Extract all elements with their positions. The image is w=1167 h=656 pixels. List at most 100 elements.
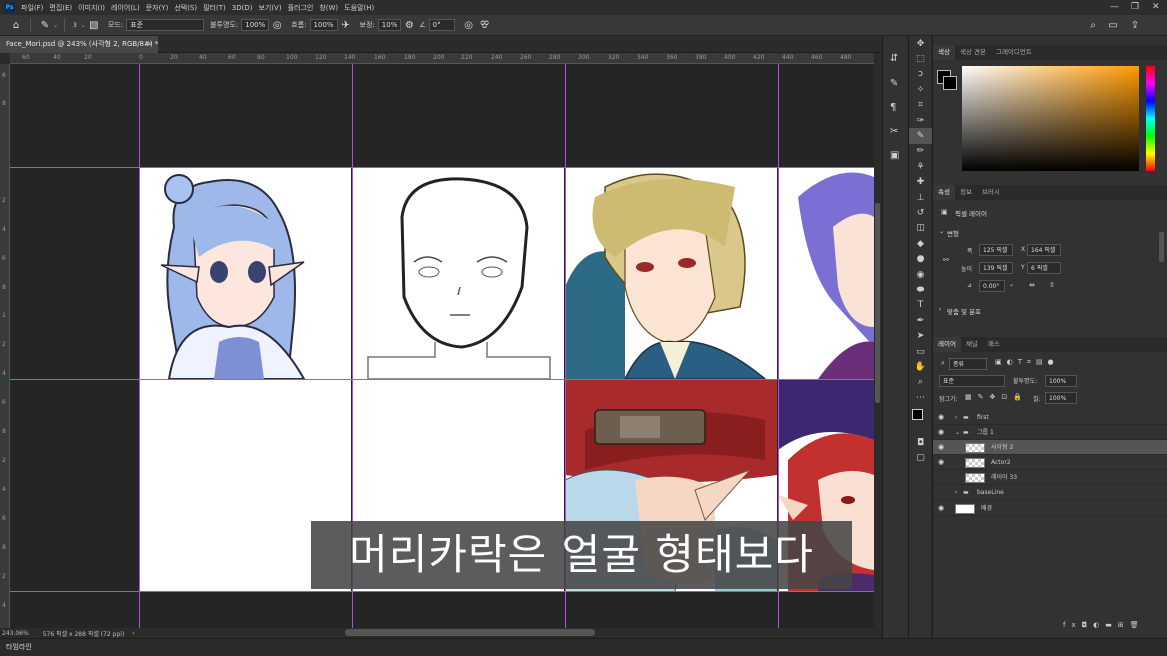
timeline-panel[interactable]: 타임라인 (0, 638, 1167, 656)
airbrush-icon[interactable]: ✈ (338, 17, 354, 33)
x-field[interactable]: 164 픽셀 (1027, 244, 1061, 256)
dodge-tool-icon[interactable]: ◉ (909, 267, 932, 282)
glyphs-icon[interactable]: ▣ (890, 150, 899, 161)
minimize-icon[interactable]: — (1110, 2, 1119, 12)
horizontal-scroll-thumb[interactable] (345, 629, 595, 636)
guide-horizontal[interactable] (10, 591, 874, 592)
tab-brush[interactable]: 브러시 (977, 185, 1005, 200)
screen-mode-icon[interactable]: ▢ (909, 451, 932, 466)
maximize-icon[interactable]: ❐ (1131, 2, 1139, 12)
menu-plugins[interactable]: 플러그인 (288, 3, 314, 13)
menu-layer[interactable]: 레이어(L) (111, 3, 140, 13)
layer-row[interactable]: ◉ › ▬ first (933, 410, 1167, 425)
y-field[interactable]: 6 픽셀 (1027, 262, 1061, 274)
guide-vertical[interactable] (139, 64, 140, 628)
layer-row[interactable]: 레이어 33 (933, 470, 1167, 485)
tool-preset-chevron-icon[interactable]: ⌄ (53, 22, 58, 29)
layer-row[interactable]: ◉ 배경 (933, 501, 1167, 516)
guide-horizontal[interactable] (10, 167, 874, 168)
home-icon[interactable]: ⌂ (8, 17, 24, 33)
symmetry-icon[interactable]: ꕢ (477, 17, 493, 33)
flow-field[interactable]: 100% (309, 19, 338, 31)
tab-channels[interactable]: 채널 (961, 337, 983, 352)
pressure-size-icon[interactable]: ◎ (461, 17, 477, 33)
layer-row[interactable]: ◉ Actor2 (933, 455, 1167, 470)
history-icon[interactable]: ⇵ (890, 53, 898, 64)
tab-gradients[interactable]: 그레이디언트 (991, 45, 1037, 60)
blur-tool-icon[interactable]: ● (909, 251, 932, 266)
menu-view[interactable]: 보기(V) (258, 3, 281, 13)
tab-layers[interactable]: 레이어 (933, 337, 961, 352)
color-swatches[interactable] (909, 405, 931, 435)
lock-icons[interactable]: ▦✎✥⊡🔒 (965, 393, 1028, 401)
layer-opacity-field[interactable]: 100% (1045, 375, 1077, 387)
share-icon[interactable]: ⇪ (1127, 17, 1143, 33)
layer-filter-icons[interactable]: ▣◐T⌗▤● (995, 358, 1059, 367)
zoom-tool-icon[interactable]: ⌕ (909, 375, 932, 390)
layer-row[interactable]: › ▬ baseLine (933, 485, 1167, 500)
clone-stamp-icon[interactable]: ⊥ (909, 190, 932, 205)
brush-tool-icon[interactable]: ✎ (909, 128, 932, 144)
visibility-eye-icon[interactable]: ◉ (938, 425, 944, 440)
vertical-ruler[interactable]: 6 8 2 4 6 8 1 2 4 6 8 2 4 6 8 2 4 (0, 64, 10, 628)
healing-brush-icon[interactable]: ✚ (909, 175, 932, 190)
menu-help[interactable]: 도움말(H) (344, 3, 374, 13)
tab-swatches[interactable]: 색상 견본 (955, 45, 991, 60)
blend-mode-select[interactable]: 표준 (939, 375, 1005, 387)
eraser-tool-icon[interactable]: ◫ (909, 221, 932, 236)
angle-field[interactable]: 0° (428, 19, 455, 31)
crop-tool-icon[interactable]: ⌗ (909, 98, 932, 113)
workspace-icon[interactable]: ▭ (1105, 17, 1121, 33)
pressure-opacity-icon[interactable]: ◎ (269, 17, 285, 33)
move-tool-icon[interactable]: ✥ (909, 36, 932, 51)
status-arrow-icon[interactable]: › (132, 630, 134, 637)
close-tab-icon[interactable]: × (147, 36, 153, 53)
fill-field[interactable]: 100% (1045, 392, 1077, 404)
mode-select[interactable]: 표준 (126, 19, 205, 31)
tab-properties[interactable]: 속성 (933, 185, 955, 200)
mixer-brush-icon[interactable]: ⚘ (909, 159, 932, 174)
paint-bucket-icon[interactable]: ◆ (909, 236, 932, 251)
smudge-tool-icon[interactable]: ⬬ (909, 282, 932, 297)
character-icon[interactable]: ¶ (890, 102, 896, 113)
menu-3d[interactable]: 3D(D) (232, 4, 253, 12)
rotation-chevron-icon[interactable]: ⌄ (1009, 281, 1014, 288)
align-chevron-icon[interactable]: › (939, 306, 941, 313)
expand-chevron-icon[interactable]: › (955, 485, 957, 500)
document-info[interactable]: 576 픽셀 x 288 픽셀 (72 ppi) (43, 629, 125, 638)
document-tab[interactable]: Face_Mori.psd @ 243% (사각형 2, RGB/8#) * × (0, 36, 158, 53)
hue-slider[interactable] (1146, 66, 1155, 171)
width-field[interactable]: 125 픽셀 (979, 244, 1013, 256)
history-brush-icon[interactable]: ↺ (909, 205, 932, 220)
tab-info[interactable]: 정보 (955, 185, 977, 200)
type-tool-icon[interactable]: T (909, 298, 932, 313)
hand-tool-icon[interactable]: ✋ (909, 359, 932, 374)
search-icon[interactable]: ⌕ (1085, 17, 1101, 33)
visibility-eye-icon[interactable]: ◉ (938, 440, 944, 455)
marquee-tool-icon[interactable]: ⬚ (909, 51, 932, 66)
collapse-chevron-icon[interactable]: ⌄ (955, 425, 960, 440)
tab-paths[interactable]: 패스 (983, 337, 1005, 352)
magic-wand-icon[interactable]: ✧ (909, 82, 932, 97)
properties-scrollbar[interactable] (1159, 232, 1164, 262)
pencil-tool-icon[interactable]: ✏ (909, 144, 932, 159)
eyedropper-icon[interactable]: ✑ (909, 113, 932, 128)
menu-window[interactable]: 창(W) (319, 3, 338, 13)
expand-chevron-icon[interactable]: › (955, 410, 957, 425)
color-field[interactable] (962, 66, 1139, 171)
layer-kind-select[interactable]: 종류 (949, 358, 987, 370)
brush-tool-icon[interactable]: ✎ (37, 17, 53, 33)
menu-select[interactable]: 선택(S) (174, 3, 197, 13)
opacity-field[interactable]: 100% (241, 19, 270, 31)
layer-actions-icons[interactable]: fx◘◐▬⊞🗑 (1063, 621, 1145, 629)
more-tools-icon[interactable]: ⋯ (909, 390, 932, 405)
visibility-eye-icon[interactable]: ◉ (938, 501, 944, 516)
transform-chevron-icon[interactable]: ⌄ (939, 228, 944, 235)
menu-file[interactable]: 파일(F) (21, 3, 43, 13)
layer-row[interactable]: ◉ ⌄ ▬ 그룹 1 (933, 425, 1167, 440)
zoom-level[interactable]: 243.06% (2, 630, 29, 637)
brush-size-value[interactable]: 3 (73, 22, 77, 29)
close-icon[interactable]: ✕ (1152, 2, 1160, 12)
visibility-eye-icon[interactable]: ◉ (938, 455, 944, 470)
foreground-color[interactable] (912, 409, 923, 421)
